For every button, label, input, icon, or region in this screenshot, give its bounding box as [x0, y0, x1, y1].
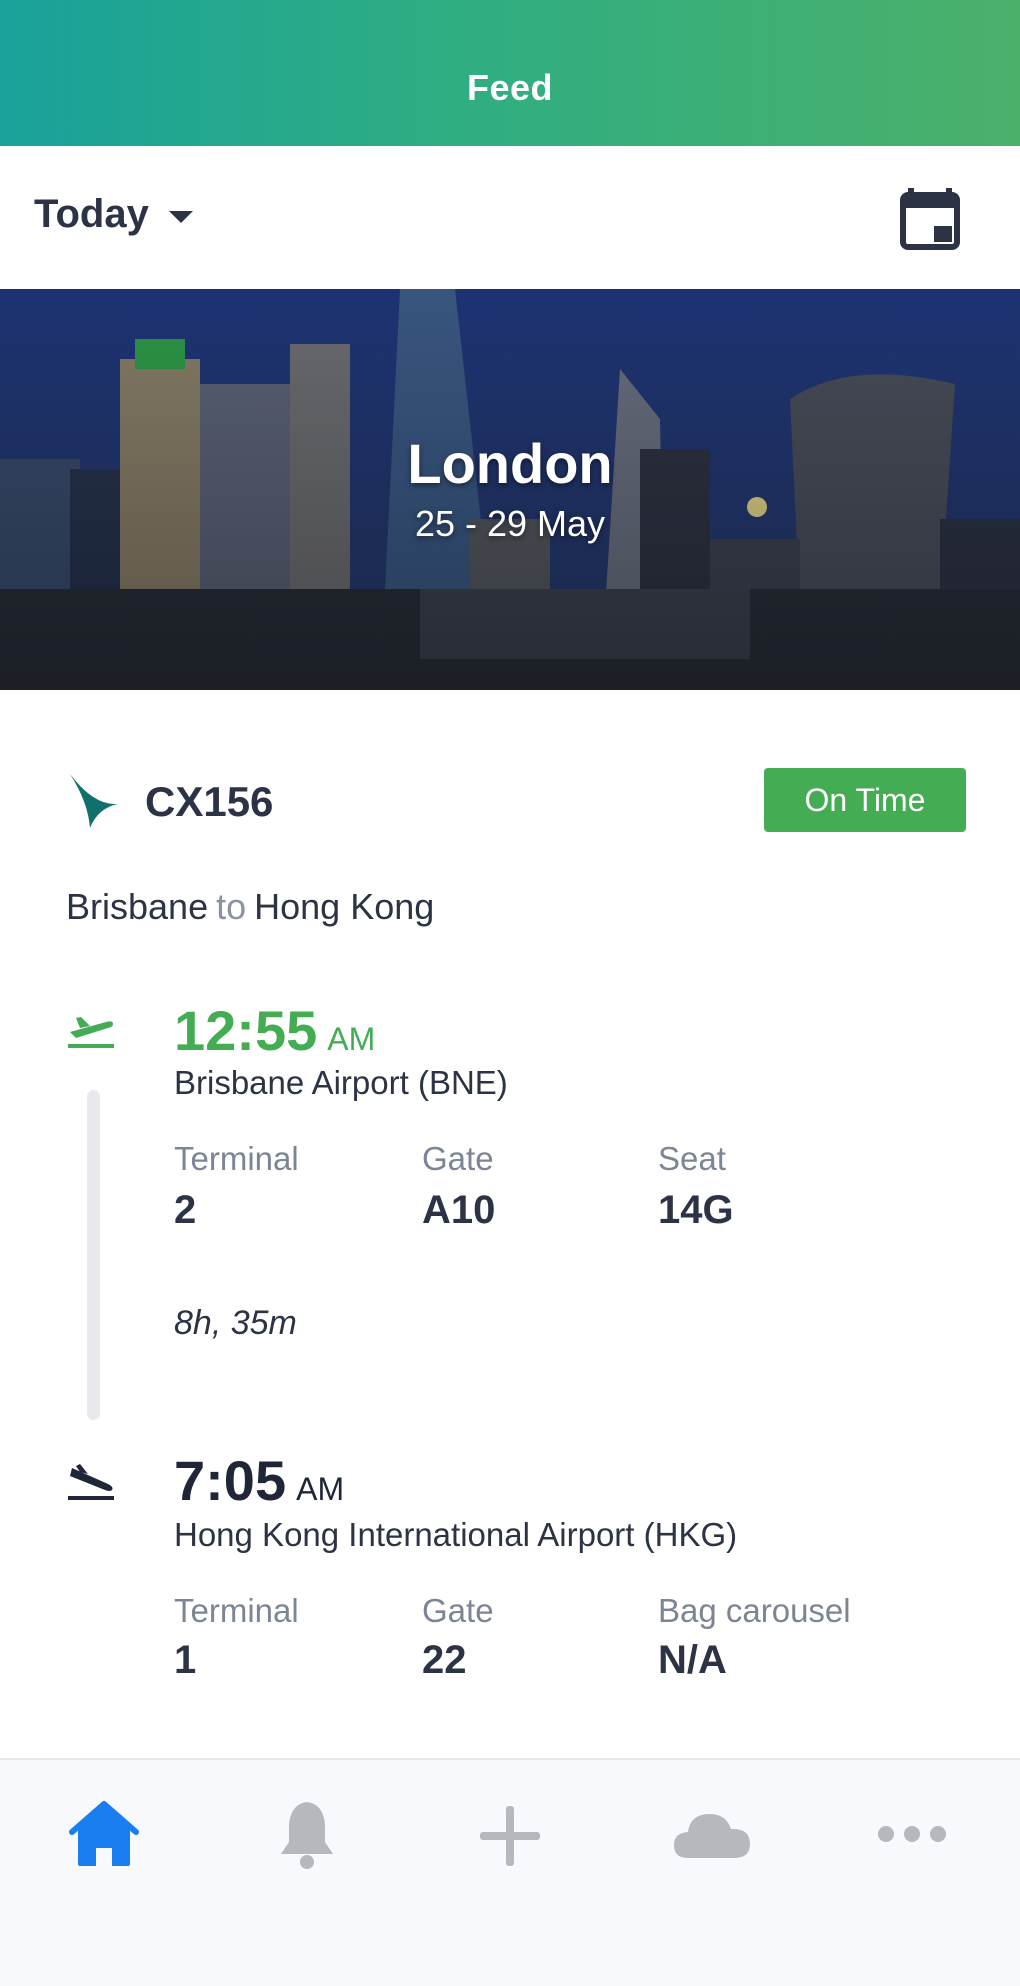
bag-carousel-label: Bag carousel	[658, 1592, 851, 1629]
arrival-terminal-label: Terminal	[174, 1592, 299, 1629]
cloud-icon	[674, 1814, 750, 1858]
plus-icon	[480, 1806, 540, 1866]
calendar-icon	[900, 188, 960, 250]
flight-number: CX156	[145, 778, 274, 825]
arrival-gate-label: Gate	[422, 1592, 494, 1629]
route: Brisbane to Hong Kong	[66, 886, 434, 928]
departure-terminal-value: 2	[174, 1188, 197, 1232]
arrival-time: 7:05 AM	[174, 1448, 344, 1513]
date-filter-dropdown[interactable]: Today	[34, 192, 193, 237]
landing-icon	[68, 1464, 114, 1500]
departure-terminal-label: Terminal	[174, 1140, 299, 1177]
departure-gate-label: Gate	[422, 1140, 494, 1177]
tab-cloud[interactable]	[670, 1796, 754, 1872]
bell-icon	[281, 1802, 333, 1869]
departure-gate-value: A10	[422, 1188, 496, 1232]
toolbar: Today	[0, 146, 1020, 289]
trip-destination: London	[407, 432, 613, 495]
seat-label: Seat	[658, 1140, 726, 1177]
date-filter-label: Today	[34, 192, 149, 236]
arrival-gate-value: 22	[422, 1638, 467, 1682]
tab-more[interactable]	[870, 1796, 954, 1872]
departure-time-value: 12:55	[174, 999, 318, 1062]
flight-duration: 8h, 35m	[174, 1304, 297, 1342]
arrival-time-value: 7:05	[174, 1449, 287, 1512]
bottom-tab-bar	[0, 1758, 1020, 1986]
hero-text: London 25 - 29 May	[0, 289, 1020, 690]
trip-hero-banner[interactable]: London 25 - 29 May	[0, 289, 1020, 690]
departure-airport: Brisbane Airport (BNE)	[174, 1064, 508, 1101]
departure-ampm: AM	[327, 1021, 376, 1057]
tab-add[interactable]	[468, 1796, 552, 1872]
home-icon	[69, 1801, 139, 1866]
header-title: Feed	[466, 67, 554, 108]
arrival-ampm: AM	[296, 1471, 345, 1507]
more-icon	[878, 1826, 946, 1842]
app-header: Feed	[0, 0, 1020, 146]
seat-value: 14G	[658, 1188, 734, 1232]
status-badge: On Time	[764, 768, 966, 832]
calendar-button[interactable]	[900, 188, 960, 250]
trip-dates: 25 - 29 May	[414, 503, 606, 544]
tab-notifications[interactable]	[265, 1796, 349, 1872]
route-origin: Brisbane	[66, 886, 209, 927]
caret-down-icon	[168, 210, 193, 223]
route-connector: to	[216, 886, 247, 927]
flight-timeline	[87, 1090, 100, 1420]
bag-carousel-value: N/A	[658, 1638, 727, 1682]
tab-home[interactable]	[62, 1796, 146, 1872]
airline-logo-icon	[70, 774, 118, 828]
departure-time: 12:55 AM	[174, 998, 375, 1063]
route-destination: Hong Kong	[254, 886, 435, 927]
takeoff-icon	[68, 1017, 114, 1048]
flight-card[interactable]: CX156 On Time Brisbane to Hong Kong 12:55 A…	[0, 690, 1020, 1758]
arrival-terminal-value: 1	[174, 1638, 197, 1682]
arrival-airport: Hong Kong International Airport (HKG)	[174, 1516, 738, 1553]
